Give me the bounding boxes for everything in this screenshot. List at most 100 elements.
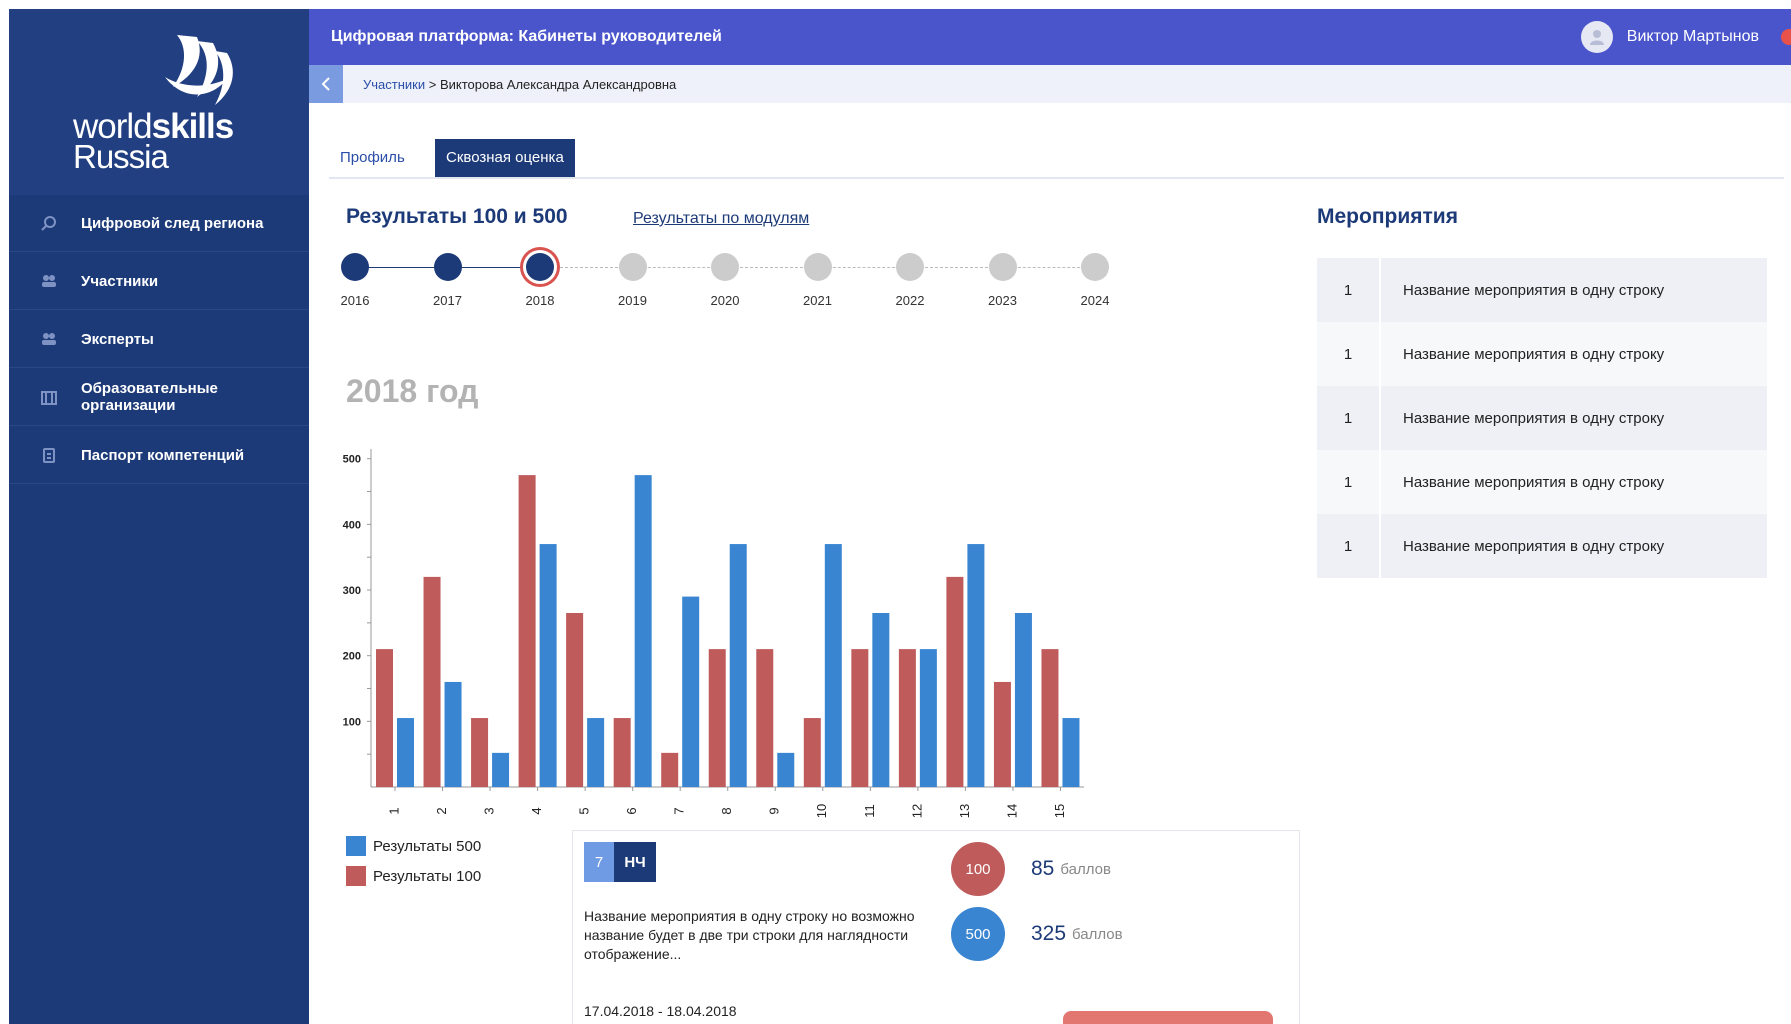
bar-results-500[interactable]	[1062, 718, 1080, 787]
y-tick-label: 300	[343, 585, 361, 597]
app-title: Цифровая платформа: Кабинеты руководител…	[331, 28, 722, 45]
worldskills-logo-icon	[165, 35, 233, 105]
bar-results-500[interactable]	[824, 544, 842, 787]
timeline-year-2019[interactable]	[618, 253, 647, 281]
bar-results-500[interactable]	[729, 544, 747, 787]
logo[interactable]: worldskills Russia	[9, 9, 309, 195]
bar-results-100[interactable]	[613, 718, 631, 787]
timeline-year-2020[interactable]	[711, 253, 739, 281]
x-tick-label: 1	[386, 807, 401, 814]
chevron-down-icon[interactable]	[1781, 29, 1791, 45]
bar-results-100[interactable]	[898, 649, 916, 787]
event-card: 7 НЧ Название мероприятия в одну строку …	[572, 830, 1300, 1024]
bar-results-100[interactable]	[851, 649, 869, 787]
x-tick-label: 4	[529, 807, 544, 814]
module-results-link[interactable]: Результаты по модулям	[633, 210, 809, 228]
bar-results-100[interactable]	[471, 718, 489, 787]
tab-profile[interactable]: Профиль	[329, 139, 416, 177]
sidebar-item-organizations[interactable]: Образовательные организации	[9, 369, 309, 426]
badge-number: 7	[584, 842, 614, 882]
event-number: 1	[1317, 386, 1381, 450]
bar-results-500[interactable]	[1014, 613, 1032, 787]
table-row[interactable]: 1 Название мероприятия в одну строку	[1317, 450, 1767, 514]
timeline-year-label: 2021	[803, 293, 832, 308]
table-row[interactable]: 1 Название мероприятия в одну строку	[1317, 514, 1767, 578]
timeline-year-2016[interactable]	[341, 253, 369, 281]
x-tick-label: 15	[1052, 804, 1067, 818]
sidebar-item-passport[interactable]: Паспорт компетенций	[9, 427, 309, 484]
bar-results-100[interactable]	[1041, 649, 1059, 787]
event-name: Название мероприятия в одну строку	[1403, 345, 1665, 363]
tab-end-to-end-assessment[interactable]: Сквозная оценка	[435, 139, 575, 177]
timeline-year-2017[interactable]	[433, 253, 462, 281]
bar-results-500[interactable]	[919, 649, 937, 787]
bar-results-100[interactable]	[946, 576, 964, 787]
users-icon	[9, 273, 81, 289]
legend-label: Результаты 500	[373, 837, 482, 855]
table-row[interactable]: 1 Название мероприятия в одну строку	[1317, 258, 1767, 322]
sidebar-item-label: Образовательные организации	[81, 380, 218, 414]
bar-results-100[interactable]	[708, 649, 726, 787]
bar-results-500[interactable]	[682, 596, 700, 787]
score-500-circle: 500	[951, 907, 1005, 961]
score-100-value: 85	[1031, 857, 1055, 880]
score-500-value: 325	[1031, 922, 1067, 945]
user-menu[interactable]: Виктор Мартынов	[1580, 9, 1791, 65]
timeline-year-2024[interactable]	[1081, 253, 1109, 281]
timeline-year-label: 2019	[618, 293, 647, 308]
timeline-year-2022[interactable]	[896, 253, 924, 281]
badge-code: НЧ	[614, 842, 656, 882]
x-tick-label: 9	[767, 807, 782, 814]
search-icon	[9, 215, 81, 231]
event-number: 1	[1317, 514, 1381, 578]
bar-results-500[interactable]	[492, 752, 510, 787]
logo-text-russia: Russia	[73, 138, 169, 175]
bar-results-100[interactable]	[661, 752, 679, 787]
timeline-year-2023[interactable]	[988, 253, 1017, 281]
table-row[interactable]: 1 Название мероприятия в одну строку	[1317, 322, 1767, 386]
building-icon	[9, 389, 81, 405]
breadcrumb: Участники > Викторова Александра Алексан…	[363, 77, 676, 92]
breadcrumb-link-participants[interactable]: Участники	[363, 77, 425, 92]
timeline-year-label: 2023	[988, 293, 1017, 308]
bar-results-100[interactable]	[993, 681, 1011, 787]
bar-results-100[interactable]	[423, 576, 441, 787]
results-title: Результаты 100 и 500	[346, 205, 568, 228]
x-tick-label: 10	[814, 804, 829, 818]
bar-results-100[interactable]	[376, 649, 393, 787]
breadcrumb-separator: >	[425, 77, 440, 92]
x-tick-label: 14	[1004, 804, 1019, 818]
back-button[interactable]	[309, 65, 343, 103]
event-name: Название мероприятия в одну строку	[1403, 281, 1665, 299]
y-tick-label: 500	[343, 454, 361, 466]
sidebar-item-label: Паспорт компетенций	[81, 446, 245, 464]
bar-results-100[interactable]	[518, 475, 536, 787]
timeline-year-label: 2016	[340, 293, 370, 308]
chart-legend: Результаты 500 Результаты 100	[346, 831, 481, 891]
timeline-year-2018[interactable]	[526, 253, 554, 281]
bar-results-500[interactable]	[444, 681, 462, 787]
user-name: Виктор Мартынов	[1626, 28, 1759, 45]
event-details-button[interactable]	[1063, 1011, 1273, 1024]
experts-icon	[9, 331, 81, 347]
bar-results-100[interactable]	[756, 649, 774, 787]
score-500-unit: баллов	[1072, 925, 1123, 943]
selected-year-heading: 2018 год	[346, 373, 479, 409]
bar-results-500[interactable]	[872, 613, 890, 787]
bar-results-500[interactable]	[634, 475, 652, 787]
score-500: 500 325 баллов	[951, 907, 1123, 961]
bar-results-100[interactable]	[566, 613, 584, 787]
bar-results-500[interactable]	[777, 752, 795, 787]
bar-results-500[interactable]	[539, 544, 557, 787]
bar-results-100[interactable]	[803, 718, 821, 787]
sidebar-item-digital-trace[interactable]: Цифровой след региона	[9, 195, 309, 252]
events-table: 1 Название мероприятия в одну строку 1 Наз…	[1317, 258, 1767, 578]
bar-results-500[interactable]	[967, 544, 985, 787]
table-row[interactable]: 1 Название мероприятия в одну строку	[1317, 386, 1767, 450]
timeline-year-2021[interactable]	[803, 253, 832, 281]
score-100-unit: баллов	[1060, 860, 1111, 878]
sidebar-item-participants[interactable]: Участники	[9, 253, 309, 310]
sidebar-item-experts[interactable]: Эксперты	[9, 311, 309, 368]
bar-results-500[interactable]	[587, 718, 605, 787]
bar-results-500[interactable]	[397, 718, 414, 787]
